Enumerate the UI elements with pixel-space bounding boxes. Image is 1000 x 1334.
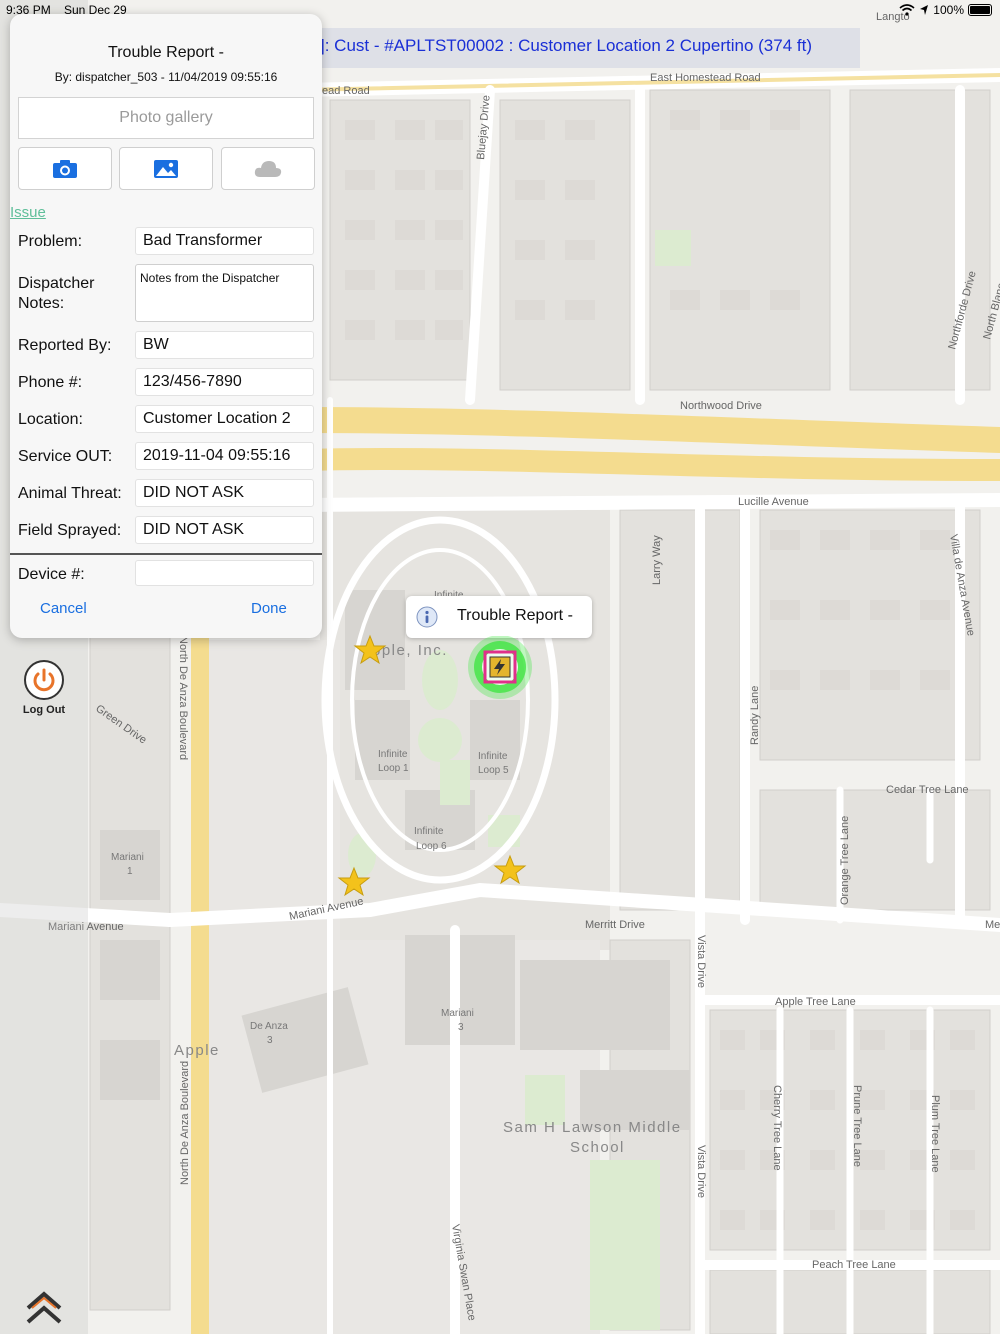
map-label-de-anza-2: North De Anza Boulevard — [179, 1061, 191, 1185]
map-label-loop6-a: Infinite — [414, 826, 444, 837]
power-icon — [24, 660, 64, 700]
map-label-apple: Apple — [174, 1042, 220, 1059]
map-label-mariani3-b: 3 — [458, 1022, 464, 1033]
banner-text[interactable]: ]: Cust - #APLTST00002 : Customer Locati… — [320, 36, 812, 56]
map-label-loop6-b: Loop 6 — [416, 841, 447, 852]
map-label-merritt: Merritt Drive — [585, 919, 645, 931]
map-label-loop1-a: Infinite — [378, 749, 408, 760]
cloud-icon — [254, 160, 282, 177]
map-label-apple-inc: pple, Inc. — [372, 642, 448, 659]
map-label-vista-2: Vista Drive — [695, 1145, 707, 1198]
map-label-homestead-left: ead Road — [322, 85, 370, 97]
map-label-loop5-a: Infinite — [478, 751, 508, 762]
panel-divider — [10, 553, 322, 555]
battery-icon — [968, 4, 992, 16]
reported-by-field[interactable]: BW — [135, 331, 314, 359]
map-label-deanza3-b: 3 — [267, 1035, 273, 1046]
logout-label: Log Out — [22, 704, 66, 716]
image-button[interactable] — [119, 147, 213, 190]
phone-field[interactable]: 123/456-7890 — [135, 368, 314, 396]
map-label-loop5-b: Loop 5 — [478, 765, 509, 776]
animal-threat-label: Animal Threat: — [18, 485, 122, 502]
info-icon[interactable] — [416, 606, 438, 628]
location-label: Location: — [18, 411, 83, 428]
service-out-label: Service OUT: — [18, 448, 113, 465]
map-label-mariani3-a: Mariani — [441, 1008, 474, 1019]
map-label-school-2: School — [570, 1139, 625, 1156]
camera-button[interactable] — [18, 147, 112, 190]
logout-button[interactable]: Log Out — [20, 660, 68, 716]
field-sprayed-field[interactable]: DID NOT ASK — [135, 516, 314, 544]
map-label-homestead: East Homestead Road — [650, 72, 761, 84]
map-label-vista: Vista Drive — [695, 935, 707, 988]
map-label-mariani1-b: 1 — [127, 866, 133, 877]
map-label-de-anza: North De Anza Boulevard — [177, 636, 189, 760]
problem-field[interactable]: Bad Transformer — [135, 227, 314, 255]
battery-percent: 100% — [933, 3, 964, 17]
double-chevron-up-icon — [26, 1291, 62, 1324]
map-label-mariani1-a: Mariani — [111, 852, 144, 863]
map-label-orange-tree: Orange Tree Lane — [839, 816, 851, 905]
map-label-cherry-tree: Cherry Tree Lane — [771, 1085, 783, 1171]
map-label-deanza3-a: De Anza — [250, 1021, 288, 1032]
dispatcher-notes-label-1: Dispatcher — [18, 275, 95, 292]
map-label-larry: Larry Way — [651, 535, 663, 585]
device-field[interactable] — [135, 560, 314, 586]
map-label-plum-tree: Plum Tree Lane — [929, 1095, 941, 1173]
map-label-loop1-b: Loop 1 — [378, 763, 409, 774]
phone-label: Phone #: — [18, 374, 83, 391]
panel-title: Trouble Report - — [108, 44, 224, 61]
map-label-prune-tree: Prune Tree Lane — [851, 1085, 863, 1167]
status-indicators: 100% — [899, 3, 992, 17]
map-label-peach-tree: Peach Tree Lane — [812, 1259, 896, 1271]
map-label-me: Me — [985, 919, 1000, 931]
wifi-icon — [899, 4, 915, 16]
map-label-cedar-tree: Cedar Tree Lane — [886, 784, 969, 796]
callout-text: Trouble Report - — [457, 607, 573, 624]
reported-by-label: Reported By: — [18, 337, 112, 354]
problem-label: Problem: — [18, 233, 83, 250]
expand-button[interactable] — [24, 1286, 64, 1326]
map-label-randy: Randy Lane — [749, 686, 761, 745]
service-out-field[interactable]: 2019-11-04 09:55:16 — [135, 442, 314, 470]
image-icon — [154, 159, 178, 178]
panel-subtitle: By: dispatcher_503 - 11/04/2019 09:55:16 — [54, 70, 278, 84]
done-button[interactable]: Done — [251, 600, 287, 617]
dispatcher-notes-label-2: Notes: — [18, 295, 65, 312]
map-callout[interactable]: Trouble Report - — [406, 596, 592, 638]
animal-threat-field[interactable]: DID NOT ASK — [135, 479, 314, 507]
location-arrow-icon — [920, 5, 929, 15]
map-label-apple-tree: Apple Tree Lane — [775, 996, 856, 1008]
device-label: Device #: — [18, 566, 85, 583]
location-field[interactable]: Customer Location 2 — [135, 405, 314, 433]
field-sprayed-label: Field Sprayed: — [18, 522, 122, 539]
trouble-report-panel: Trouble Report - By: dispatcher_503 - 11… — [10, 14, 322, 638]
camera-icon — [53, 159, 77, 178]
cancel-button[interactable]: Cancel — [40, 600, 87, 617]
map-label-lucille: Lucille Avenue — [738, 496, 809, 508]
issue-section-label[interactable]: Issue — [10, 204, 46, 221]
trouble-report-marker[interactable] — [466, 636, 534, 702]
map-label-school-1: Sam H Lawson Middle — [503, 1119, 682, 1136]
photo-gallery-button[interactable]: Photo gallery — [18, 97, 314, 139]
map-label-northwood: Northwood Drive — [680, 400, 762, 412]
cloud-button[interactable] — [221, 147, 315, 190]
dispatcher-notes-field[interactable]: Notes from the Dispatcher — [135, 264, 314, 322]
